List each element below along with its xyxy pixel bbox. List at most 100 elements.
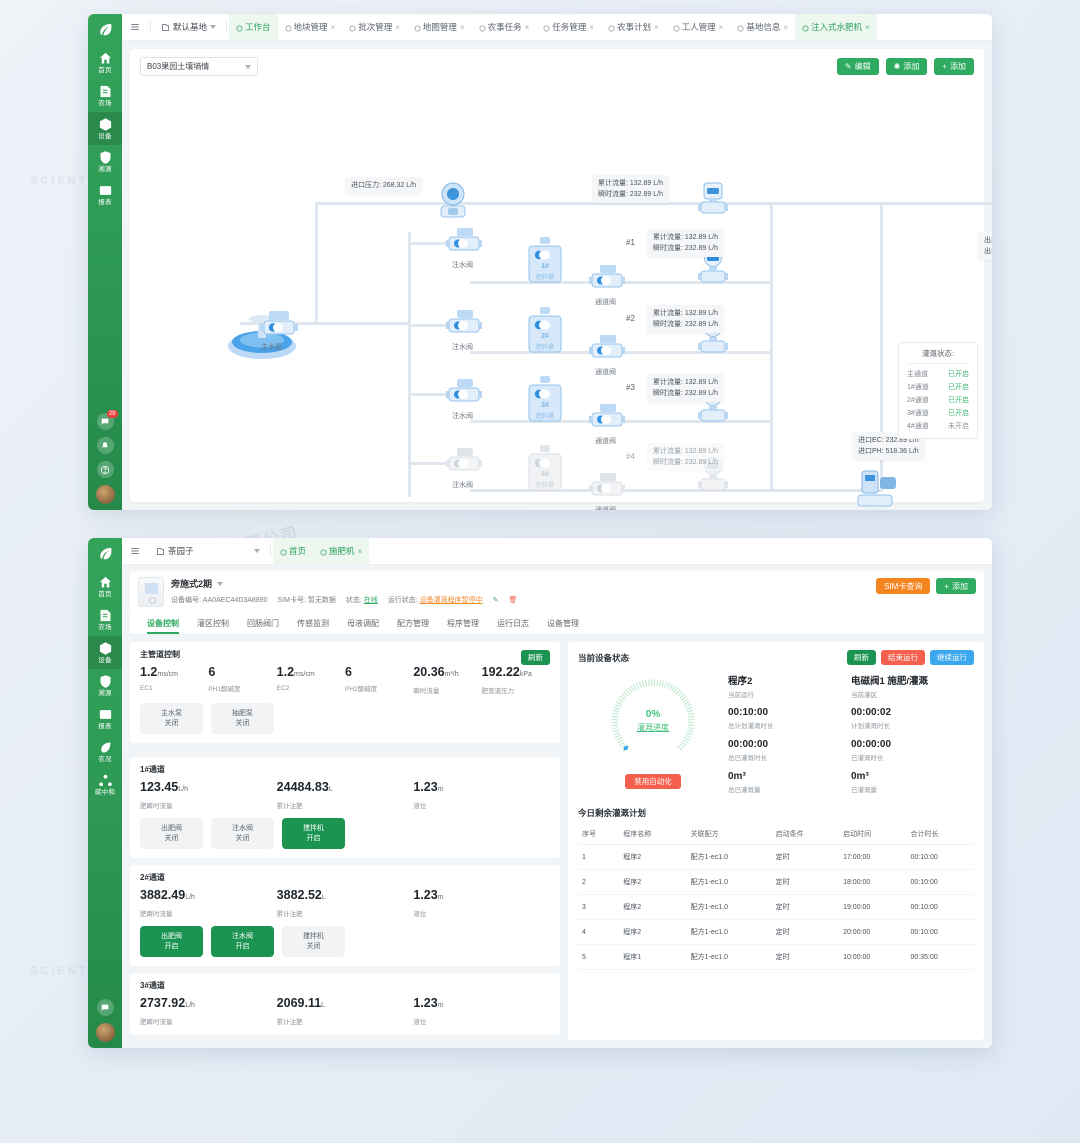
tab-基地信息[interactable]: 基地信息 × xyxy=(730,14,795,40)
tab-地图管理[interactable]: 地图管理 × xyxy=(407,14,472,40)
status-row-name: 主通道 xyxy=(907,371,928,378)
chat-icon[interactable] xyxy=(96,999,114,1016)
pressure-sensor-icon[interactable] xyxy=(435,182,471,220)
结束运行-button[interactable]: 结束运行 xyxy=(881,650,925,665)
close-icon[interactable]: × xyxy=(395,23,400,32)
menu-toggle-icon[interactable] xyxy=(122,538,148,564)
sidebar-item-首页[interactable]: 首页 xyxy=(88,570,122,603)
channel-valve-4[interactable] xyxy=(589,473,631,508)
status-row: 主通道 已开启 xyxy=(907,368,969,381)
编辑-button[interactable]: ✎ 编辑 xyxy=(836,58,879,75)
sim-query-button[interactable]: SIM卡查询 xyxy=(876,578,931,594)
subtab-配方管理[interactable]: 配方管理 xyxy=(388,613,438,634)
tab-农事任务[interactable]: 农事任务 × xyxy=(472,14,537,40)
close-icon[interactable]: × xyxy=(865,23,870,32)
add-device-button[interactable]: + 添加 xyxy=(936,578,976,594)
table-header-cell: 启动时间 xyxy=(839,824,907,845)
subtab-设备管理[interactable]: 设备管理 xyxy=(538,613,588,634)
metric-value: 192.22kPa xyxy=(481,665,532,679)
channel-valve-3[interactable] xyxy=(589,404,631,439)
close-icon[interactable]: × xyxy=(783,23,788,32)
disable-automation-button[interactable]: 禁用自动化 xyxy=(625,774,681,789)
channel-valve-2[interactable] xyxy=(589,335,631,370)
main-pump-icon[interactable] xyxy=(260,307,306,341)
sidebar-item-首页[interactable]: 首页 xyxy=(88,46,122,79)
flow-meter-icon[interactable] xyxy=(698,182,728,218)
sidebar-item-报表[interactable]: 报表 xyxy=(88,178,122,211)
subtab-灌区控制[interactable]: 灌区控制 xyxy=(188,613,238,634)
tab-农事计划[interactable]: 农事计划 × xyxy=(601,14,666,40)
control-state: 开启 xyxy=(306,834,321,842)
sidebar-item-设备[interactable]: 设备 xyxy=(88,112,122,145)
tab-工人管理[interactable]: 工人管理 × xyxy=(666,14,731,40)
irrigation-plan-table: 序号 程序名称 关联配方 启动条件 启动时间 合计时长 1 程序2 配方1-ec1.0 定时 17… xyxy=(578,824,974,970)
tab-施肥机[interactable]: 施肥机 × xyxy=(313,538,370,564)
control-注水阀[interactable]: 注水阀 关闭 xyxy=(211,818,274,849)
继续运行-button[interactable]: 继续运行 xyxy=(930,650,974,665)
channel-valve-1[interactable] xyxy=(589,265,631,300)
tab-工作台[interactable]: 工作台 xyxy=(229,14,278,40)
control-出肥阀[interactable]: 出肥阀 关闭 xyxy=(140,818,203,849)
help-icon[interactable] xyxy=(96,461,114,478)
avatar[interactable] xyxy=(95,485,115,504)
sidebar-item-农况[interactable]: 农况 xyxy=(88,735,122,768)
trash-icon[interactable]: 🗑 xyxy=(509,596,518,604)
添加-button[interactable]: + 添加 xyxy=(934,58,974,75)
device-name-row[interactable]: 旁施式2期 xyxy=(171,577,976,590)
control-name: 出肥阀 xyxy=(161,824,182,832)
close-icon[interactable]: × xyxy=(589,23,594,32)
control-搅拌机[interactable]: 搅拌机 开启 xyxy=(282,818,345,849)
close-icon[interactable]: × xyxy=(719,23,724,32)
close-icon[interactable]: × xyxy=(525,23,530,32)
subtab-设备控制[interactable]: 设备控制 xyxy=(138,613,188,634)
pencil-icon[interactable]: ✎ xyxy=(493,596,499,604)
control-搅拌机[interactable]: 搅拌机 关闭 xyxy=(282,926,345,957)
avatar[interactable] xyxy=(95,1023,115,1042)
subtab-传感监测[interactable]: 传感监测 xyxy=(288,613,338,634)
control-出肥阀[interactable]: 出肥阀 开启 xyxy=(140,926,203,957)
water-valve-1[interactable] xyxy=(446,228,488,263)
water-valve-2[interactable] xyxy=(446,310,488,345)
sidebar-item-农场[interactable]: 农场 xyxy=(88,79,122,112)
water-valve-4[interactable] xyxy=(446,448,488,483)
home-icon xyxy=(98,51,113,66)
tab-首页[interactable]: 首页 xyxy=(273,538,314,564)
sidebar-item-报表[interactable]: 报表 xyxy=(88,702,122,735)
control-name: 搅拌机 xyxy=(303,824,324,832)
subtab-回肠阀门[interactable]: 回肠阀门 xyxy=(238,613,288,634)
control-主水泵[interactable]: 主水泵 关闭 xyxy=(140,703,203,734)
refresh-button[interactable]: 刷新 xyxy=(521,649,550,665)
tab-任务管理[interactable]: 任务管理 × xyxy=(536,14,601,40)
close-icon[interactable]: × xyxy=(358,547,363,556)
irrigation-progress-gauge: 0% 灌溉进度 xyxy=(605,673,701,769)
tab-注入式水肥机[interactable]: 注入式水肥机 × xyxy=(795,14,877,40)
menu-toggle-icon[interactable] xyxy=(122,14,148,40)
control-抽肥泵[interactable]: 抽肥泵 关闭 xyxy=(211,703,274,734)
plot-selector[interactable]: B03果园土壤墒情 xyxy=(140,57,258,76)
base-selector[interactable]: 默认基地 xyxy=(153,14,224,40)
subtab-程序管理[interactable]: 程序管理 xyxy=(438,613,488,634)
close-icon[interactable]: × xyxy=(331,23,336,32)
close-icon[interactable]: × xyxy=(460,23,465,32)
sidebar-item-溯源[interactable]: 溯源 xyxy=(88,669,122,702)
close-icon[interactable]: × xyxy=(654,23,659,32)
tab-地块管理[interactable]: 地块管理 × xyxy=(278,14,343,40)
chat-icon[interactable]: 29 xyxy=(96,410,118,430)
添加-button[interactable]: ✺ 添加 xyxy=(885,58,928,75)
tab-label: 批次管理 xyxy=(358,22,393,32)
suction-pump-icon[interactable] xyxy=(856,469,902,510)
tab-批次管理[interactable]: 批次管理 × xyxy=(342,14,407,40)
subtab-运行日志[interactable]: 运行日志 xyxy=(488,613,538,634)
sidebar-item-设备[interactable]: 设备 xyxy=(88,636,122,669)
sidebar-item-农场[interactable]: 农场 xyxy=(88,603,122,636)
water-valve-3[interactable] xyxy=(446,379,488,414)
sidebar-item-溯源[interactable]: 溯源 xyxy=(88,145,122,178)
base-selector[interactable]: 茶园子 xyxy=(148,538,268,564)
notification-icon[interactable] xyxy=(96,437,114,454)
刷新-button[interactable]: 刷新 xyxy=(847,650,876,665)
table-cell: 17:00:00 xyxy=(839,844,907,870)
sidebar-item-碳中和[interactable]: 碳中和 xyxy=(88,768,122,801)
subtab-母液调配[interactable]: 母液调配 xyxy=(338,613,388,634)
control-注水阀[interactable]: 注水阀 开启 xyxy=(211,926,274,957)
table-cell: 00:10:00 xyxy=(906,894,974,920)
